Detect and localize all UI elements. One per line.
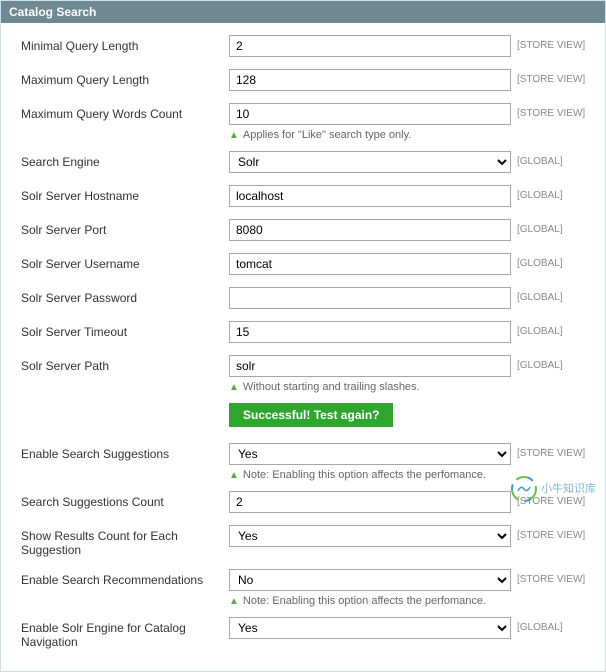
row-suggest-show-count: Show Results Count for Each Suggestion Y… — [21, 525, 605, 557]
label-search-engine: Search Engine — [21, 151, 229, 169]
scope-store-view: [STORE VIEW] — [511, 35, 591, 51]
label-suggest-show-count: Show Results Count for Each Suggestion — [21, 525, 229, 557]
row-solr-host: Solr Server Hostname [GLOBAL] — [21, 185, 605, 207]
input-solr-pass[interactable] — [229, 287, 511, 309]
scope-store-view: [STORE VIEW] — [511, 491, 591, 507]
test-connection-button[interactable]: Successful! Test again? — [229, 403, 393, 427]
row-suggest-count: Search Suggestions Count [STORE VIEW] — [21, 491, 605, 513]
label-suggest-count: Search Suggestions Count — [21, 491, 229, 509]
label-max-query-words: Maximum Query Words Count — [21, 103, 229, 121]
row-solr-nav: Enable Solr Engine for Catalog Navigatio… — [21, 617, 605, 649]
input-max-query-length[interactable] — [229, 69, 511, 91]
scope-global: [GLOBAL] — [511, 253, 591, 269]
triangle-icon: ▲ — [229, 382, 239, 393]
input-solr-host[interactable] — [229, 185, 511, 207]
label-max-query-length: Maximum Query Length — [21, 69, 229, 87]
scope-store-view: [STORE VIEW] — [511, 103, 591, 119]
input-solr-user[interactable] — [229, 253, 511, 275]
input-suggest-count[interactable] — [229, 491, 511, 513]
label-suggest-enable: Enable Search Suggestions — [21, 443, 229, 461]
row-search-engine: Search Engine Solr [GLOBAL] — [21, 151, 605, 173]
select-suggest-show-count[interactable]: Yes — [229, 525, 511, 547]
label-solr-pass: Solr Server Password — [21, 287, 229, 305]
row-solr-pass: Solr Server Password [GLOBAL] — [21, 287, 605, 309]
scope-store-view: [STORE VIEW] — [511, 69, 591, 85]
row-max-query-length: Maximum Query Length [STORE VIEW] — [21, 69, 605, 91]
select-suggest-enable[interactable]: Yes — [229, 443, 511, 465]
catalog-search-panel: Catalog Search Minimal Query Length [STO… — [0, 0, 606, 672]
input-max-query-words[interactable] — [229, 103, 511, 125]
row-test-button: Successful! Test again? — [21, 397, 605, 431]
input-solr-path[interactable] — [229, 355, 511, 377]
label-recommend-enable: Enable Search Recommendations — [21, 569, 229, 587]
row-recommend-enable: Enable Search Recommendations No ▲Note: … — [21, 569, 605, 607]
label-solr-nav: Enable Solr Engine for Catalog Navigatio… — [21, 617, 229, 649]
note-perf-1: ▲Note: Enabling this option affects the … — [229, 469, 511, 481]
scope-global: [GLOBAL] — [511, 185, 591, 201]
input-solr-port[interactable] — [229, 219, 511, 241]
triangle-icon: ▲ — [229, 596, 239, 607]
triangle-icon: ▲ — [229, 130, 239, 141]
scope-global: [GLOBAL] — [511, 151, 591, 167]
select-solr-nav[interactable]: Yes — [229, 617, 511, 639]
label-solr-timeout: Solr Server Timeout — [21, 321, 229, 339]
label-min-query-length: Minimal Query Length — [21, 35, 229, 53]
input-min-query-length[interactable] — [229, 35, 511, 57]
select-search-engine[interactable]: Solr — [229, 151, 511, 173]
input-solr-timeout[interactable] — [229, 321, 511, 343]
triangle-icon: ▲ — [229, 470, 239, 481]
scope-store-view: [STORE VIEW] — [511, 443, 591, 459]
scope-global: [GLOBAL] — [511, 355, 591, 371]
row-solr-port: Solr Server Port [GLOBAL] — [21, 219, 605, 241]
label-solr-port: Solr Server Port — [21, 219, 229, 237]
scope-store-view: [STORE VIEW] — [511, 569, 591, 585]
scope-store-view: [STORE VIEW] — [511, 525, 591, 541]
row-max-query-words: Maximum Query Words Count ▲Applies for "… — [21, 103, 605, 141]
scope-global: [GLOBAL] — [511, 287, 591, 303]
label-solr-path: Solr Server Path — [21, 355, 229, 373]
label-solr-user: Solr Server Username — [21, 253, 229, 271]
label-solr-host: Solr Server Hostname — [21, 185, 229, 203]
note-like-only: ▲Applies for "Like" search type only. — [229, 129, 511, 141]
panel-title: Catalog Search — [1, 1, 605, 23]
note-no-slashes: ▲Without starting and trailing slashes. — [229, 381, 511, 393]
row-solr-timeout: Solr Server Timeout [GLOBAL] — [21, 321, 605, 343]
row-suggest-enable: Enable Search Suggestions Yes ▲Note: Ena… — [21, 443, 605, 481]
panel-body: Minimal Query Length [STORE VIEW] Maximu… — [1, 23, 605, 671]
note-perf-2: ▲Note: Enabling this option affects the … — [229, 595, 511, 607]
scope-global: [GLOBAL] — [511, 617, 591, 633]
select-recommend-enable[interactable]: No — [229, 569, 511, 591]
row-solr-user: Solr Server Username [GLOBAL] — [21, 253, 605, 275]
row-solr-path: Solr Server Path ▲Without starting and t… — [21, 355, 605, 393]
row-min-query-length: Minimal Query Length [STORE VIEW] — [21, 35, 605, 57]
scope-global: [GLOBAL] — [511, 219, 591, 235]
scope-global: [GLOBAL] — [511, 321, 591, 337]
